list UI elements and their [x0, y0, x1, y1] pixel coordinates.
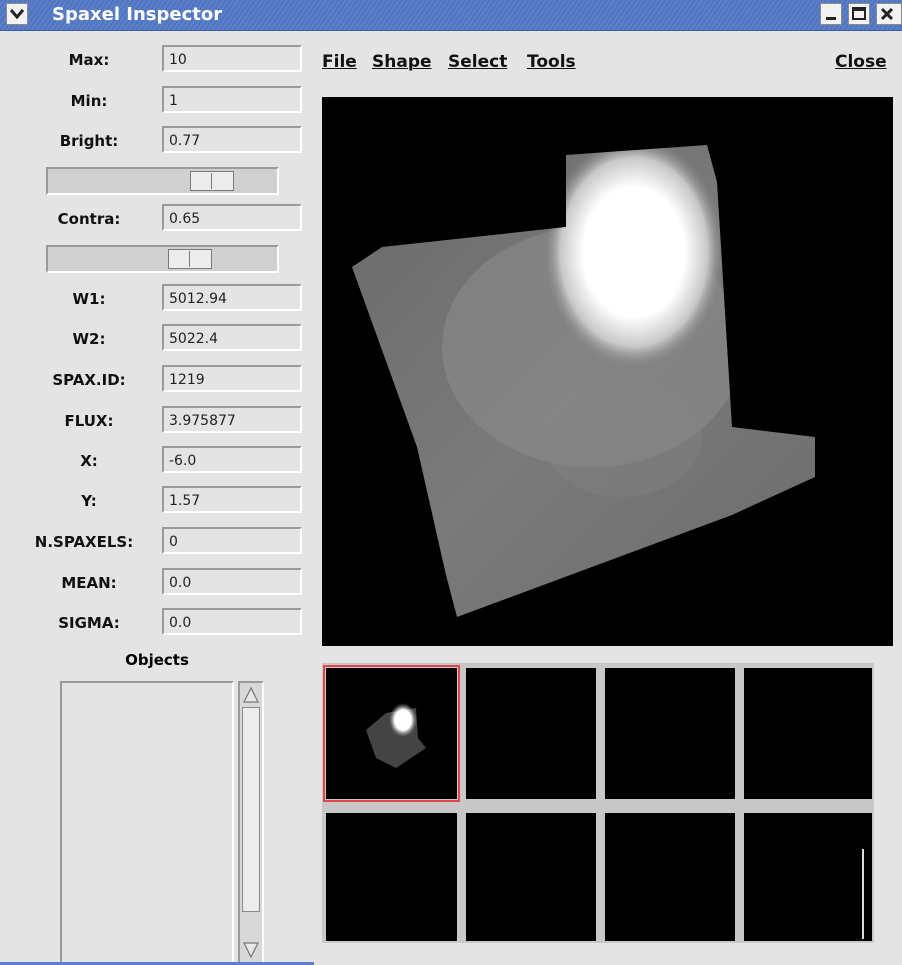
objects-scrollbar-thumb[interactable] — [242, 707, 260, 912]
chevron-down-icon — [9, 9, 25, 20]
control-panel: Max: Min: Bright: Contra: W1: W2: SPAX.I… — [0, 31, 314, 965]
objects-scrollbar[interactable] — [238, 681, 264, 964]
minimize-button[interactable] — [820, 3, 842, 25]
window-menu-button[interactable] — [6, 3, 28, 25]
max-label: Max: — [68, 51, 110, 69]
close-menu-button[interactable]: Close — [835, 52, 887, 72]
close-icon — [880, 7, 894, 21]
maximize-icon — [852, 7, 866, 20]
flux-label: FLUX: — [64, 412, 114, 430]
spax-id-label: SPAX.ID: — [52, 371, 126, 389]
min-label: Min: — [70, 92, 108, 110]
menu-tools[interactable]: Tools — [527, 52, 576, 72]
contra-field[interactable] — [162, 204, 302, 231]
contra-label: Contra: — [57, 210, 121, 228]
menu-shape[interactable]: Shape — [372, 52, 432, 72]
thumbnail-spectrum-line — [862, 849, 864, 939]
triangle-down-icon[interactable] — [242, 940, 260, 960]
thumbnail-1[interactable] — [323, 665, 460, 802]
menu-bar: File Shape Select Tools Close — [322, 46, 892, 80]
thumbnail-grid — [322, 663, 874, 943]
contra-slider[interactable] — [46, 245, 279, 273]
triangle-up-icon[interactable] — [242, 685, 260, 705]
spaxel-image — [352, 145, 815, 617]
y-label: Y: — [81, 492, 97, 510]
bright-label: Bright: — [59, 132, 119, 150]
x-label: X: — [80, 452, 98, 470]
thumbnail-3[interactable] — [605, 668, 735, 799]
bright-field[interactable] — [162, 126, 302, 153]
thumbnail-8[interactable] — [744, 813, 872, 941]
n-spaxels-label: N.SPAXELS: — [34, 533, 134, 551]
w2-label: W2: — [72, 330, 106, 348]
objects-label: Objects — [125, 651, 189, 669]
thumbnail-image — [366, 703, 426, 768]
min-field[interactable] — [162, 86, 302, 113]
thumbnail-2[interactable] — [466, 668, 596, 799]
w2-field[interactable] — [162, 324, 302, 351]
spaxel-inspector-window: Spaxel Inspector Max: Min: Bright: — [0, 0, 902, 965]
bright-slider-thumb[interactable] — [190, 171, 234, 191]
contra-slider-thumb[interactable] — [168, 249, 212, 269]
w1-field[interactable] — [162, 284, 302, 311]
thumbnail-6[interactable] — [466, 813, 596, 941]
thumbnail-5[interactable] — [326, 813, 457, 941]
w1-label: W1: — [72, 290, 106, 308]
sigma-field[interactable] — [162, 608, 302, 635]
maximize-button[interactable] — [848, 3, 870, 25]
max-field[interactable] — [162, 45, 302, 72]
thumbnail-7[interactable] — [605, 813, 735, 941]
window-title: Spaxel Inspector — [52, 4, 223, 25]
mean-label: MEAN: — [61, 574, 117, 592]
y-field[interactable] — [162, 486, 302, 513]
spax-id-field[interactable] — [162, 365, 302, 392]
title-bar: Spaxel Inspector — [0, 0, 902, 31]
thumbnail-4[interactable] — [744, 668, 872, 799]
n-spaxels-field[interactable] — [162, 527, 302, 554]
close-window-button[interactable] — [876, 3, 902, 25]
flux-field[interactable] — [162, 406, 302, 433]
x-field[interactable] — [162, 446, 302, 473]
objects-list[interactable] — [60, 681, 234, 964]
sigma-label: SIGMA: — [58, 614, 120, 632]
spaxel-image-viewer[interactable] — [322, 97, 893, 646]
mean-field[interactable] — [162, 568, 302, 595]
menu-select[interactable]: Select — [448, 52, 507, 72]
bright-slider[interactable] — [46, 167, 279, 195]
menu-file[interactable]: File — [322, 52, 357, 72]
minimize-icon — [826, 17, 836, 20]
